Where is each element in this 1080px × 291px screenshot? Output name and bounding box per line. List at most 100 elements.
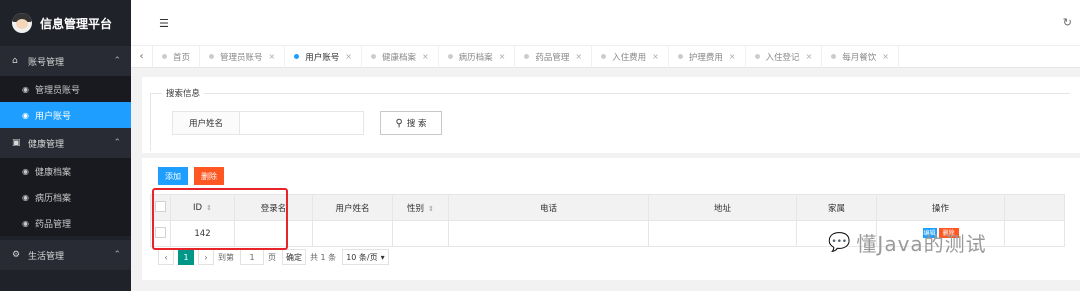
col-address: 地址 <box>648 194 797 221</box>
gauge-icon: ◉ <box>22 166 29 176</box>
username-label: 用户姓名 <box>172 111 240 135</box>
chat-bubble-icon: 💬 <box>828 232 851 253</box>
tab-dot-icon <box>677 54 683 59</box>
sidebar-item-medicine[interactable]: ◉ 药品管理 <box>0 210 131 236</box>
col-actions: 操作 <box>876 194 1005 221</box>
next-page-icon[interactable]: › <box>198 249 214 265</box>
close-icon[interactable]: × <box>345 52 352 61</box>
gauge-icon: ◉ <box>22 84 29 94</box>
goto-label: 到第 <box>218 252 234 262</box>
chevron-down-icon: ▾ <box>380 252 385 262</box>
close-icon[interactable]: × <box>729 52 736 61</box>
page-unit: 页 <box>268 252 276 262</box>
tab-scroll-left-icon[interactable]: ‹ <box>131 45 153 68</box>
search-icon: ⚲ <box>395 117 403 129</box>
tab-dot-icon <box>162 54 167 59</box>
sidebar-item-admin-account[interactable]: ◉ 管理员账号 <box>0 76 131 102</box>
avatar-logo-icon <box>12 13 32 33</box>
goto-confirm-button[interactable]: 确定 <box>282 249 306 265</box>
sidebar-item-label: 健康档案 <box>34 167 71 178</box>
col-name: 用户姓名 <box>312 194 393 221</box>
cell-gender <box>392 220 449 247</box>
tab-label: 入住费用 <box>612 52 647 63</box>
tab-dot-icon <box>831 54 837 59</box>
window-icon: ▣ <box>12 138 21 148</box>
sidebar-group-label: 生活管理 <box>28 251 65 262</box>
watermark-text: 懂Java的测试 <box>856 232 987 256</box>
close-icon[interactable]: × <box>806 52 813 61</box>
col-family-label: 家属 <box>827 203 845 214</box>
close-icon[interactable]: × <box>499 52 506 61</box>
tab-dot-icon <box>754 54 760 59</box>
col-phone: 电话 <box>448 194 649 221</box>
tab-home[interactable]: 首页 <box>153 45 201 68</box>
sidebar-item-label: 管理员账号 <box>34 85 80 96</box>
close-icon[interactable]: × <box>575 52 582 61</box>
tab-medicine[interactable]: 药品管理 × <box>515 45 593 68</box>
page-size-select[interactable]: 10 条/页 ▾ <box>342 249 389 265</box>
close-icon[interactable]: × <box>652 52 659 61</box>
tab-label: 首页 <box>173 52 191 63</box>
gauge-icon: ◉ <box>22 218 29 228</box>
col-actions-label: 操作 <box>931 203 949 214</box>
sort-icon[interactable]: ⇕ <box>428 205 434 213</box>
close-icon[interactable]: × <box>269 52 276 61</box>
sidebar-group-life[interactable]: ⚙ 生活管理 ⌃ <box>0 240 131 270</box>
tab-label: 入住登记 <box>765 52 800 63</box>
tab-dot-icon <box>447 54 453 59</box>
tab-label: 护理费用 <box>688 52 723 63</box>
sidebar-item-health-record[interactable]: ◉ 健康档案 <box>0 158 131 184</box>
tab-health-record[interactable]: 健康档案 × <box>362 45 439 68</box>
refresh-icon[interactable]: ↻ <box>1063 16 1072 29</box>
prev-page-icon[interactable]: ‹ <box>158 249 174 265</box>
tab-medical-record[interactable]: 病历档案 × <box>439 45 516 68</box>
tab-label: 每月餐饮 <box>842 52 877 63</box>
brand: 信息管理平台 <box>0 0 131 46</box>
cell-address <box>648 220 797 247</box>
col-address-label: 地址 <box>713 203 731 214</box>
tab-user-account[interactable]: 用户账号 × <box>285 45 362 68</box>
brand-title: 信息管理平台 <box>40 16 113 31</box>
close-icon[interactable]: × <box>882 52 889 61</box>
close-icon[interactable]: × <box>422 52 429 61</box>
tab-monthly-meals[interactable]: 每月餐饮 × <box>822 45 899 68</box>
tab-checkin-register[interactable]: 入住登记 × <box>746 45 823 68</box>
gears-icon: ⚙ <box>12 250 21 260</box>
sidebar-group-account[interactable]: ⌂ 账号管理 ⌃ <box>0 46 131 76</box>
sidebar-item-label: 药品管理 <box>34 219 71 230</box>
search-row: 用户姓名 ⚲ 搜 索 <box>172 111 442 135</box>
sidebar-item-label: 用户账号 <box>34 111 71 122</box>
tab-label: 病历档案 <box>458 52 493 63</box>
sidebar-item-medical-record[interactable]: ◉ 病历档案 <box>0 184 131 210</box>
tab-dot-icon <box>524 54 530 59</box>
sidebar-group-label: 健康管理 <box>28 139 65 150</box>
tab-admin-account[interactable]: 管理员账号 × <box>200 45 286 68</box>
sidebar-item-label: 病历档案 <box>34 193 71 204</box>
cell-name <box>312 220 393 247</box>
total-count: 共 1 条 <box>310 252 337 262</box>
app-window: 信息管理平台 ⌂ 账号管理 ⌃ ◉ 管理员账号 ◉ 用户账号 ▣ 健康管理 ⌃ … <box>0 0 1080 291</box>
tab-checkin-fee[interactable]: 入住费用 × <box>592 45 669 68</box>
watermark: 💬 懂Java的测试 <box>828 228 987 257</box>
cell-phone <box>448 220 649 247</box>
sidebar-group-health[interactable]: ▣ 健康管理 ⌃ <box>0 128 131 158</box>
sidebar-item-user-account[interactable]: ◉ 用户账号 <box>0 102 131 128</box>
menu-toggle-icon[interactable]: ☰ <box>159 17 169 30</box>
tab-label: 用户账号 <box>305 52 340 63</box>
search-legend: 搜索信息 <box>162 87 205 99</box>
cell-spacer <box>1004 220 1065 247</box>
goto-page-input[interactable]: 1 <box>240 249 264 265</box>
page-current[interactable]: 1 <box>178 249 194 265</box>
gauge-icon: ◉ <box>22 192 29 202</box>
tab-label: 管理员账号 <box>220 52 263 63</box>
delete-button[interactable]: 删除 <box>194 167 224 185</box>
chevron-up-icon: ⌃ <box>113 56 121 66</box>
add-button[interactable]: 添加 <box>158 167 188 185</box>
gauge-icon: ◉ <box>22 110 29 120</box>
tab-nursing-fee[interactable]: 护理费用 × <box>669 45 746 68</box>
sidebar: 信息管理平台 ⌂ 账号管理 ⌃ ◉ 管理员账号 ◉ 用户账号 ▣ 健康管理 ⌃ … <box>0 0 131 291</box>
tab-label: 健康档案 <box>381 52 416 63</box>
col-gender[interactable]: 性别 ⇕ <box>392 194 449 221</box>
search-button[interactable]: ⚲ 搜 索 <box>380 111 442 135</box>
username-search-input[interactable] <box>240 111 364 135</box>
